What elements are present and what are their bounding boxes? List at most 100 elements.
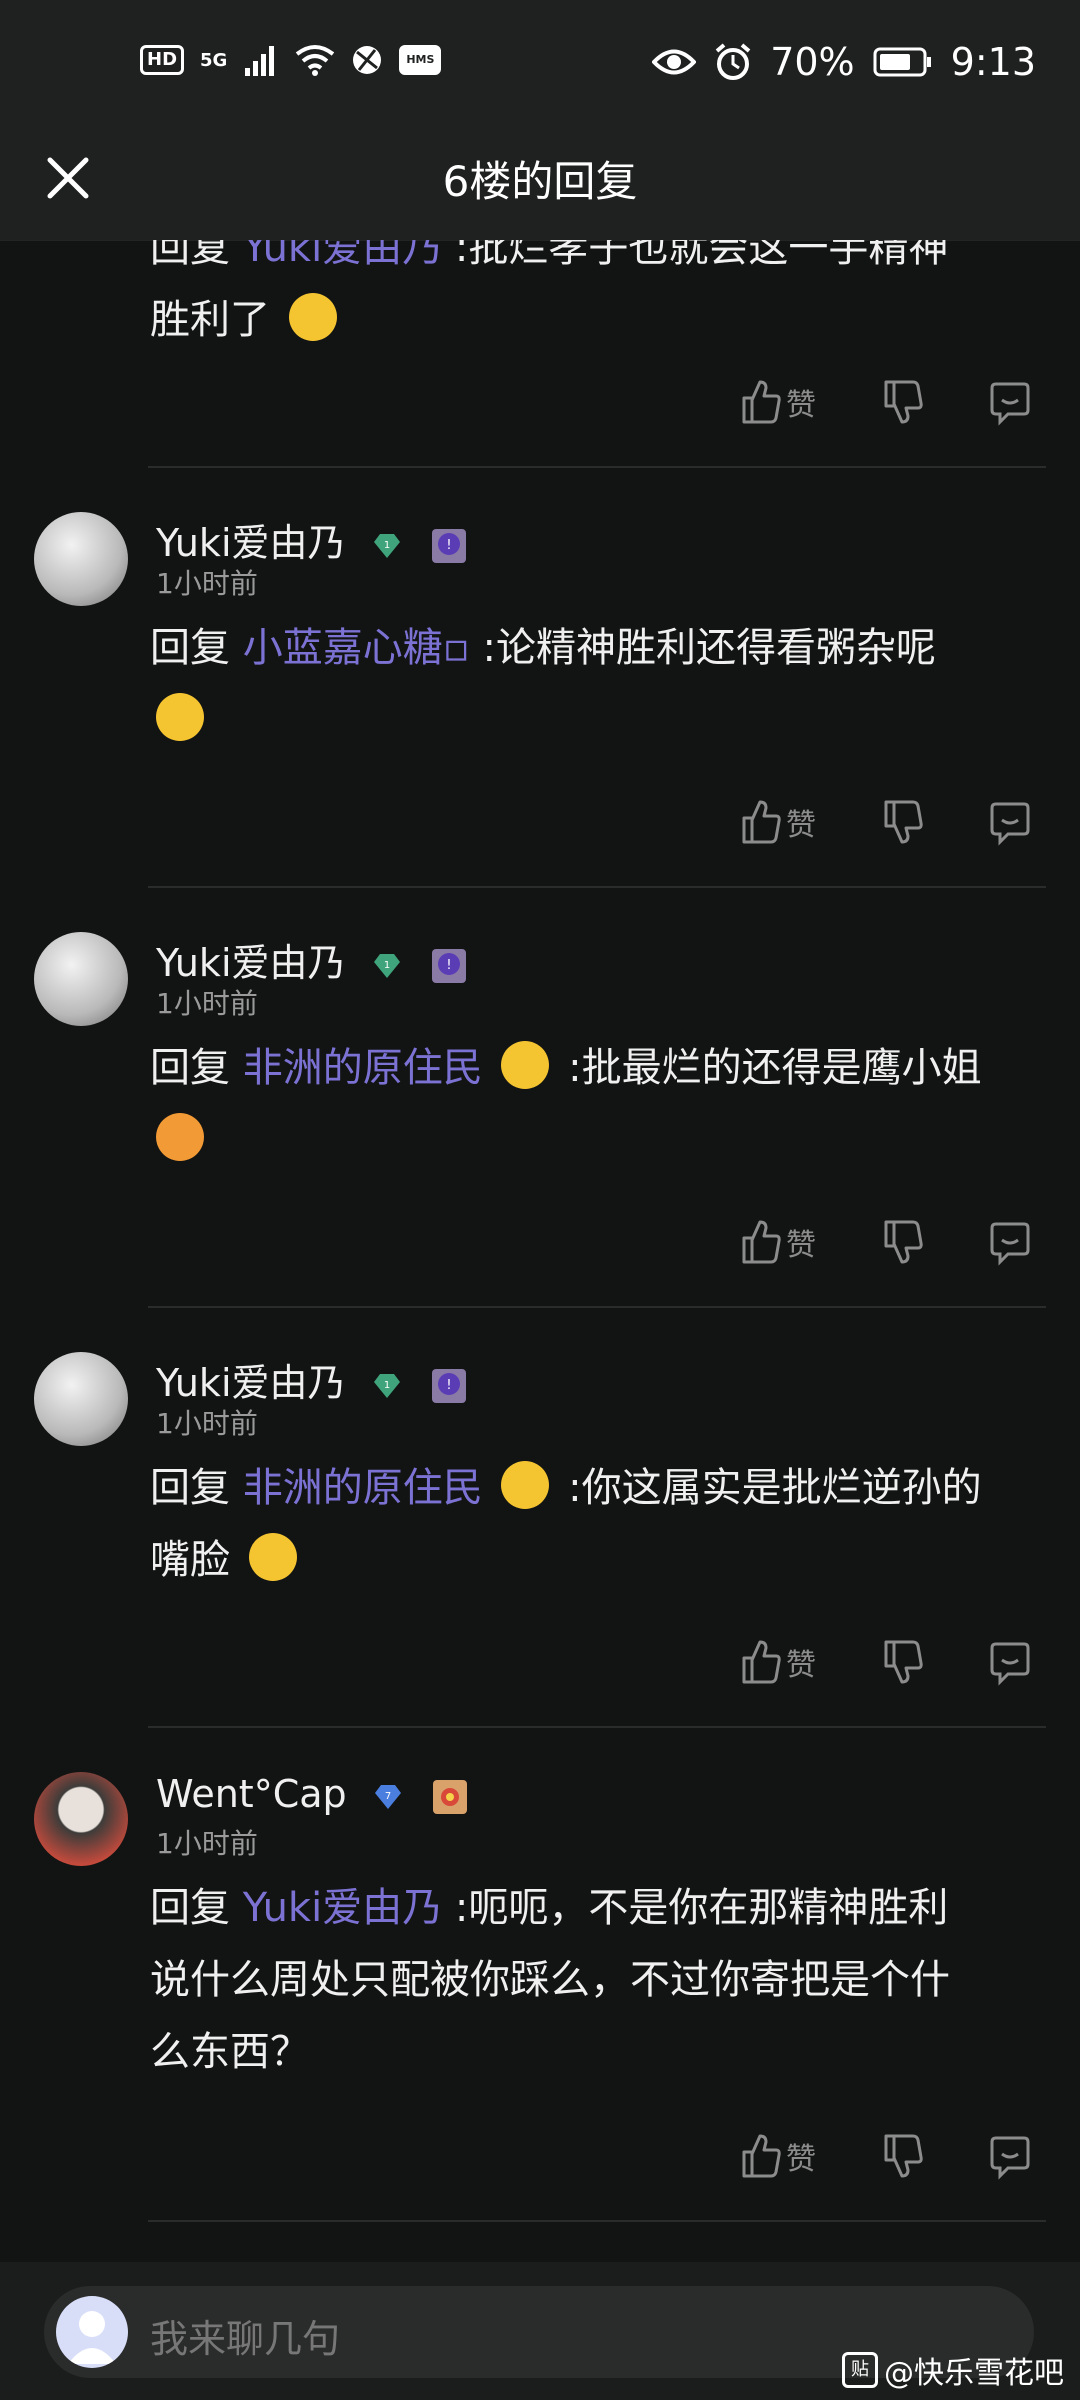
reply-to-link[interactable]: 非洲的原住民 [243, 1465, 483, 1511]
divider [148, 1306, 1046, 1308]
svg-text:1: 1 [383, 540, 389, 551]
like-button[interactable]: 赞 [738, 2128, 816, 2184]
comment-text: 回复 非洲的原住民 :批最烂的还得是鹰小姐 [150, 1032, 1050, 1176]
like-button[interactable]: 赞 [738, 1214, 816, 1270]
timestamp: 1小时前 [156, 1407, 258, 1440]
reply-prefix: 回复 [150, 240, 230, 271]
user-name[interactable]: Yuki爱由乃 1 ! [156, 1352, 468, 1407]
avatar[interactable] [34, 512, 128, 606]
svg-text:7: 7 [385, 1791, 391, 1802]
like-label: 赞 [786, 388, 816, 423]
hug-emoji-icon [156, 693, 204, 741]
comment-body-2: 说什么周处只配被你踩么，不过你寄把是个什 [150, 1957, 950, 2003]
my-avatar [56, 2296, 128, 2368]
reply-to-link[interactable]: Yuki爱由乃 [243, 240, 442, 271]
reply-button[interactable] [988, 374, 1032, 430]
reply-to-link[interactable]: 小蓝嘉心糖▫ [243, 625, 470, 671]
level-badge-icon: ! [431, 948, 466, 983]
gem-badge-icon: 1 [373, 1373, 400, 1398]
like-label: 赞 [786, 1648, 816, 1683]
like-label: 赞 [786, 2142, 816, 2177]
dislike-button[interactable] [880, 1634, 924, 1690]
reply-button[interactable] [988, 1214, 1032, 1270]
level-badge-icon: ! [431, 1368, 466, 1403]
timestamp: 1小时前 [156, 987, 258, 1020]
hd-indicator: HD [140, 45, 185, 75]
comment-body: :批烂孝子也就会这一手精神 [454, 240, 949, 271]
reply-prefix: 回复 [150, 1045, 230, 1091]
signal-bars-icon [245, 46, 275, 76]
reply-to-link[interactable]: Yuki爱由乃 [243, 1885, 442, 1931]
user-name[interactable]: Yuki爱由乃 1 ! [156, 932, 468, 987]
like-label: 赞 [786, 808, 816, 843]
divider [148, 886, 1046, 888]
timestamp: 1小时前 [156, 1827, 258, 1860]
avatar[interactable] [34, 1352, 128, 1446]
watermark-logo: 贴 [842, 2352, 878, 2388]
reply-list[interactable]: 回复 Yuki爱由乃 :批烂孝子也就会这一手精神 胜利了 赞 Yuki爱由乃 1 [0, 240, 1080, 2230]
battery-icon [873, 47, 931, 77]
svg-text:!: ! [446, 1378, 451, 1393]
reply-prefix: 回复 [150, 1465, 230, 1511]
dislike-button[interactable] [880, 794, 924, 850]
comment-text: 回复 Yuki爱由乃 :批烂孝子也就会这一手精神 胜利了 [150, 240, 1050, 356]
status-right: 70% 9:13 [652, 40, 1036, 84]
dislike-button[interactable] [880, 1214, 924, 1270]
gem-badge-icon: 7 [374, 1784, 401, 1809]
like-button[interactable]: 赞 [738, 374, 816, 430]
dislike-button[interactable] [880, 2128, 924, 2184]
page-title: 6楼的回复 [442, 157, 638, 206]
avatar[interactable] [34, 932, 128, 1026]
comment-body: :你这属实是批烂逆孙的 [568, 1465, 982, 1511]
angel-emoji-icon [501, 1461, 550, 1509]
gem-badge-icon: 1 [373, 533, 400, 558]
thumb-down-icon [884, 1220, 923, 1264]
signal-type: 5G [200, 49, 228, 71]
like-button[interactable]: 赞 [738, 1634, 816, 1690]
comment-body: :批最烂的还得是鹰小姐 [568, 1045, 982, 1091]
svg-text:1: 1 [383, 960, 389, 971]
thumb-down-icon [884, 2134, 923, 2178]
comment-text: 回复 小蓝嘉心糖▫ :论精神胜利还得看粥杂呢 [150, 612, 1050, 756]
comment-body: :论精神胜利还得看粥杂呢 [482, 625, 937, 671]
user-name-text: Yuki爱由乃 [156, 941, 346, 985]
thumb-up-icon [742, 1640, 781, 1684]
comment-icon [990, 2136, 1030, 2180]
thumb-up-icon [742, 1220, 781, 1264]
avatar[interactable] [34, 1772, 128, 1866]
like-button[interactable]: 赞 [738, 794, 816, 850]
action-row: 赞 [738, 1214, 1038, 1270]
watermark: 贴 @快乐雪花吧 [842, 2348, 1064, 2392]
reply-button[interactable] [988, 794, 1032, 850]
user-name[interactable]: Yuki爱由乃 1 ! [156, 512, 468, 567]
reply-to-link[interactable]: 非洲的原住民 [243, 1045, 483, 1091]
ball-icon [353, 46, 382, 74]
hms-indicator: HMS [399, 45, 442, 75]
reply-prefix: 回复 [150, 1885, 230, 1931]
svg-text:1: 1 [383, 1380, 389, 1391]
divider [148, 1726, 1046, 1728]
user-name-text: Yuki爱由乃 [156, 521, 346, 565]
dislike-button[interactable] [880, 374, 924, 430]
divider [148, 2220, 1046, 2222]
default-user-icon [68, 2311, 116, 2364]
user-name[interactable]: Went°Cap 7 [156, 1772, 469, 1816]
level-badge-icon: ! [431, 528, 466, 563]
thumb-up-icon [742, 2134, 781, 2178]
user-name-text: Went°Cap [156, 1772, 347, 1816]
reply-button[interactable] [988, 2128, 1032, 2184]
comment-text: 回复 Yuki爱由乃 :呃呃，不是你在那精神胜利 说什么周处只配被你踩么，不过你… [150, 1872, 1050, 2088]
thumb-down-icon [884, 1640, 923, 1684]
comment-input-placeholder: 我来聊几句 [150, 2317, 341, 2361]
thumb-down-icon [884, 380, 923, 424]
squint-laugh-emoji-icon [248, 1533, 297, 1581]
comment-body-2: 胜利了 [150, 297, 270, 343]
comment-body: :呃呃，不是你在那精神胜利 [454, 1885, 949, 1931]
timestamp: 1小时前 [156, 567, 258, 600]
level-badge-icon [432, 1779, 467, 1814]
reply-button[interactable] [988, 1634, 1032, 1690]
comment-icon [990, 1222, 1030, 1266]
action-row: 赞 [738, 1634, 1038, 1690]
status-bar: HD 5G HMS 70% 9:13 [0, 0, 1080, 130]
svg-text:!: ! [446, 958, 451, 973]
